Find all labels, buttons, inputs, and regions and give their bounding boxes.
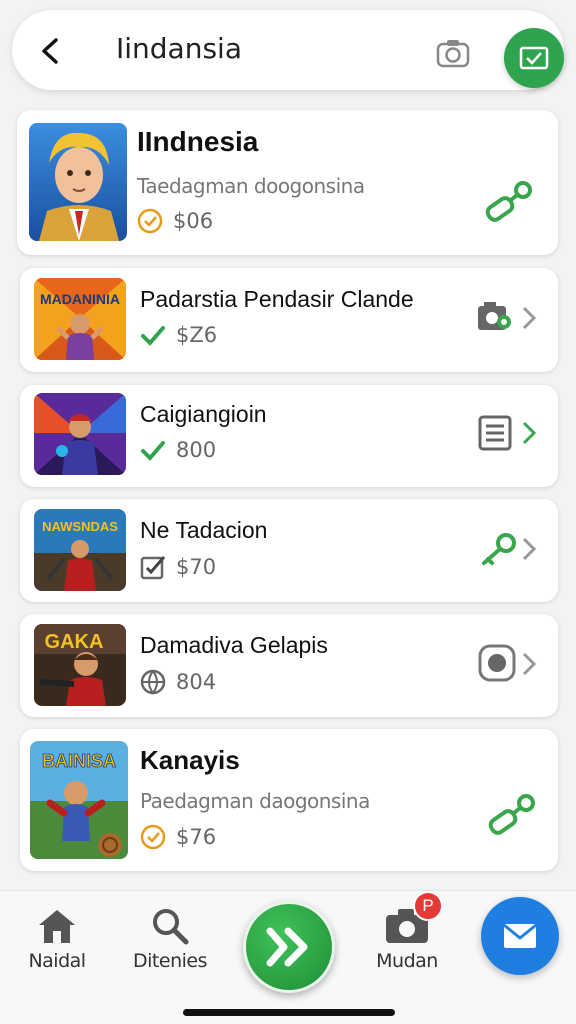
bottom-nav: Naidal Ditenies Mudan P [0,890,576,1024]
mail-button[interactable] [481,897,559,975]
item-title: Damadiva Gelapis [140,632,328,658]
notification-badge: P [413,891,443,921]
nav-search-label: Ditenies [133,950,207,972]
item-meta: $70 [140,552,216,582]
thumbnail-text: GAKA [45,631,104,653]
item-title: Ne Tadacion [140,517,268,543]
list-item[interactable]: NAWSNDAS Ne Tadacion $70 [20,499,558,602]
item-price: 800 [176,438,217,462]
document-icon[interactable] [478,415,512,456]
nav-camera-label: Mudan [376,950,438,972]
forward-icon [266,927,308,967]
item-price: $Z6 [176,323,218,347]
item-price: $76 [176,825,217,849]
check-circle-icon [140,824,166,850]
item-title: IIndnesia [137,126,259,157]
item-meta: $06 [137,206,213,236]
list-item[interactable]: GAKA Damadiva Gelapis 804 [20,614,558,717]
item-meta: 800 [140,435,216,465]
back-arrow-icon[interactable] [34,34,68,68]
nav-search[interactable]: Ditenies [130,907,210,972]
list-item[interactable]: IIndnesia Taedagman doogonsina $06 [17,110,558,255]
record-icon[interactable] [478,644,516,687]
mail-check-button[interactable] [504,28,564,88]
search-bar: Iindansia [12,10,564,90]
item-title: Caigiangioin [140,401,267,427]
checkmark-icon [141,326,165,346]
home-indicator [183,1009,395,1016]
globe-icon [140,669,166,695]
item-meta: 804 [140,667,216,697]
edit-check-icon [140,556,166,580]
game-thumbnail: GAKA [34,624,126,706]
link-icon[interactable] [483,180,535,231]
game-thumbnail: MADANINIA [34,278,126,360]
item-title: Padarstia Pendasir Clande [140,286,414,312]
game-thumbnail: NAWSNDAS [34,509,126,591]
game-thumbnail [34,393,126,475]
list-item[interactable]: Caigiangioin 800 [20,385,558,487]
checkmark-icon [141,441,165,461]
link-icon[interactable] [486,793,538,844]
key-icon[interactable] [478,531,518,572]
item-meta: $Z6 [140,320,217,350]
mail-icon [503,923,537,948]
game-thumbnail: BAINISA [30,741,128,859]
thumbnail-text: BAINISA [42,751,116,771]
thumbnail-text: NAWSNDAS [42,519,118,534]
chevron-right-icon[interactable] [520,650,538,683]
item-subtitle: Paedagman daogonsina [140,789,370,813]
search-icon [153,909,189,945]
item-price: 804 [176,670,217,694]
camera-icon[interactable] [436,38,470,68]
chevron-right-icon[interactable] [520,304,538,337]
camera-settings-icon[interactable] [476,300,514,339]
mail-check-icon [519,46,549,70]
item-meta: $76 [140,822,216,852]
check-circle-icon [137,208,163,234]
item-subtitle: Taedagman doogonsina [137,174,365,198]
item-price: $70 [176,555,217,579]
item-price: $06 [173,209,214,233]
chevron-right-icon[interactable] [520,419,538,452]
list-item[interactable]: BAINISA Kanayis Paedagman daogonsina $76 [20,729,558,871]
item-title: Kanayis [140,745,240,775]
nav-home-label: Naidal [28,950,86,972]
game-thumbnail [29,123,127,241]
page-title[interactable]: Iindansia [116,32,242,65]
chevron-right-icon[interactable] [520,535,538,568]
thumbnail-text: MADANINIA [40,291,120,307]
nav-home[interactable]: Naidal [24,907,90,972]
list-item[interactable]: MADANINIA Padarstia Pendasir Clande $Z6 [20,268,558,372]
forward-button[interactable] [243,901,335,993]
home-icon [39,910,75,943]
